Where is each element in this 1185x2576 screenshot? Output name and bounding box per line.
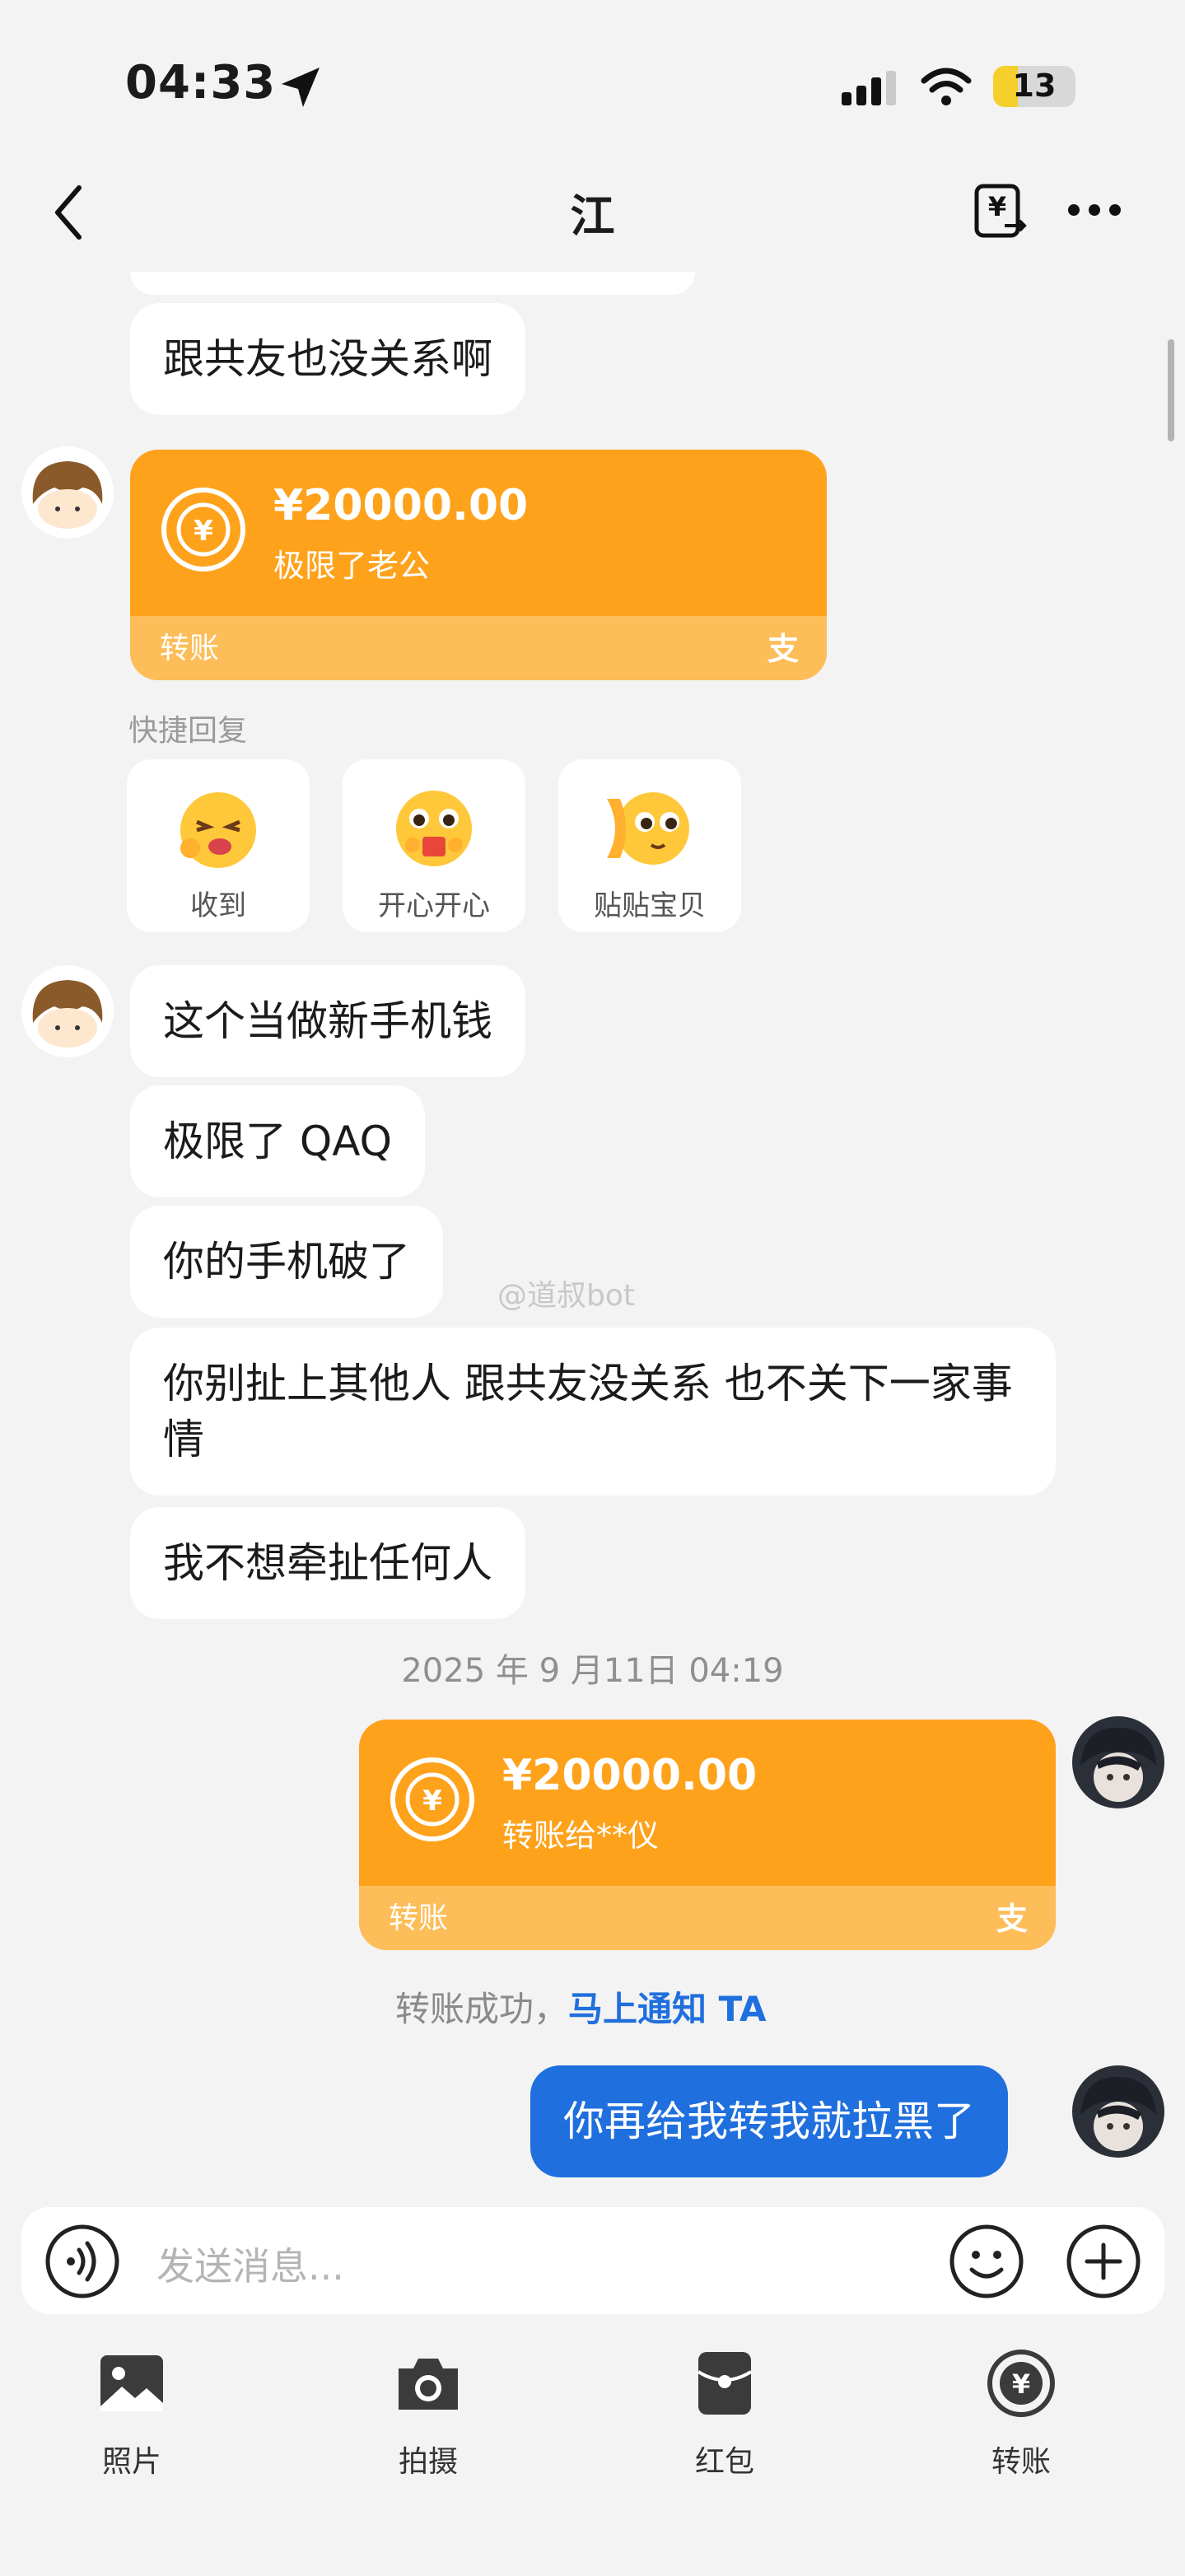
- camera-icon: [399, 2359, 458, 2410]
- watermark: @道叔bot: [497, 1279, 635, 1313]
- coin-icon: ¥: [390, 1757, 474, 1841]
- message-bubble-incoming: 你的手机破了: [130, 1206, 443, 1318]
- svg-text:¥: ¥: [194, 515, 213, 548]
- battery-icon: 13: [993, 66, 1075, 107]
- quick-reply-text: 开心开心: [378, 889, 490, 922]
- alipay-logo: 支: [996, 1901, 1028, 1937]
- wifi-icon: [921, 68, 972, 105]
- message-bubble-outgoing: 你再给我转我就拉黑了: [530, 2065, 1008, 2177]
- quick-reply-text: 贴贴宝贝: [594, 889, 706, 922]
- plus-icon[interactable]: [1066, 2224, 1141, 2299]
- emoji-hug-icon: [607, 792, 689, 865]
- my-avatar[interactable]: [1072, 2065, 1164, 2158]
- message-bubble-incoming: 我不想牵扯任何人: [130, 1507, 525, 1619]
- emoji-icon[interactable]: [949, 2224, 1024, 2299]
- transfer-amount: ¥20000.00: [273, 481, 529, 530]
- coin-icon: ¥: [987, 2350, 1055, 2417]
- message-timestamp: 2025 年 9 月11日 04:19: [401, 1652, 784, 1690]
- toolbar-label: 转账: [991, 2445, 1051, 2479]
- transfer-icon[interactable]: ¥: [973, 183, 1028, 240]
- message-bubble-incoming: 极限了 QAQ: [130, 1085, 425, 1197]
- toolbar-label: 红包: [694, 2445, 754, 2479]
- my-avatar[interactable]: [1072, 1716, 1164, 1808]
- toolbar-photo[interactable]: 照片: [49, 2349, 214, 2480]
- svg-text:¥: ¥: [988, 191, 1006, 222]
- svg-text:¥: ¥: [422, 1785, 442, 1818]
- contact-avatar[interactable]: [21, 965, 114, 1057]
- photo-icon: [100, 2355, 163, 2411]
- location-arrow-icon: [282, 68, 320, 107]
- message-bubble-incoming: 你别扯上其他人 跟共友没关系 也不关下一家事情: [130, 1328, 1056, 1496]
- status-time: 04:33: [125, 56, 277, 110]
- quick-reply-hug[interactable]: 贴贴宝贝: [558, 759, 741, 932]
- transfer-status: 转账成功，马上通知 TA: [395, 1981, 767, 2032]
- transfer-label: 转账: [160, 632, 220, 665]
- transfer-card-incoming[interactable]: ¥ ¥20000.00 极限了老公 转账 支: [130, 450, 827, 680]
- transfer-memo: 极限了老公: [273, 548, 431, 584]
- transfer-card-outgoing[interactable]: ¥ ¥20000.00 转账给**仪 转账 支: [359, 1720, 1056, 1950]
- scrollbar[interactable]: [1168, 339, 1174, 441]
- toolbar-label: 拍摄: [398, 2445, 458, 2479]
- toolbar-label: 照片: [101, 2445, 161, 2479]
- message-bubble-partial: [130, 272, 695, 295]
- svg-text:¥: ¥: [1012, 2368, 1030, 2400]
- toolbar-camera[interactable]: 拍摄: [346, 2349, 511, 2480]
- message-input[interactable]: 发送消息...: [156, 2237, 344, 2291]
- transfer-status-text: 转账成功，: [395, 1989, 569, 2029]
- quick-reply-label: 快捷回复: [128, 714, 248, 748]
- red-packet-icon: [697, 2352, 753, 2415]
- quick-reply-happy[interactable]: 开心开心: [343, 759, 525, 932]
- transfer-label: 转账: [389, 1902, 449, 1935]
- transfer-amount: ¥20000.00: [502, 1751, 758, 1800]
- more-icon[interactable]: [1066, 198, 1123, 222]
- emoji-happy-icon: [396, 791, 472, 866]
- battery-level: 13: [1012, 68, 1057, 104]
- quick-reply-received[interactable]: 收到: [127, 759, 310, 932]
- message-bubble-incoming: 这个当做新手机钱: [130, 965, 525, 1077]
- notify-link[interactable]: 马上通知 TA: [568, 1989, 767, 2029]
- quick-reply-text: 收到: [190, 889, 246, 922]
- voice-icon[interactable]: [44, 2224, 120, 2299]
- emoji-received-icon: [180, 792, 256, 868]
- transfer-memo: 转账给**仪: [502, 1818, 660, 1854]
- signal-icon: [842, 71, 896, 105]
- toolbar-red-packet[interactable]: 红包: [642, 2349, 807, 2480]
- message-bubble-incoming: 跟共友也没关系啊: [130, 303, 525, 415]
- toolbar-transfer[interactable]: ¥ 转账: [939, 2349, 1103, 2480]
- alipay-logo: 支: [767, 631, 799, 667]
- contact-avatar[interactable]: [21, 446, 114, 539]
- coin-icon: ¥: [161, 488, 245, 572]
